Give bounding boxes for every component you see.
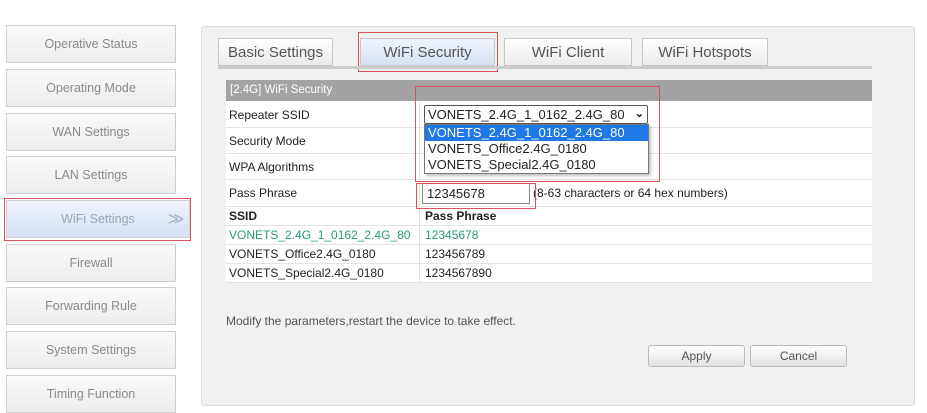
pass-cell: 123456789 — [425, 247, 486, 261]
tab-wifi-hotspots[interactable]: WiFi Hotspots — [642, 38, 768, 66]
sidebar-item-wifi-settings[interactable]: WiFi Settings >> — [6, 200, 190, 238]
tab-basic-settings[interactable]: Basic Settings — [218, 38, 333, 66]
label: WiFi Settings — [61, 212, 135, 226]
pass-cell: 12345678 — [425, 228, 479, 242]
label: Operative Status — [44, 37, 138, 51]
wpa-algorithms-label: WPA Algorithms — [226, 154, 420, 179]
table-row: VONETS_Special2.4G_0180 1234567890 — [226, 264, 872, 283]
sidebar-item-timing-function[interactable]: Timing Function — [6, 375, 176, 413]
repeater-ssid-label: Repeater SSID — [226, 102, 420, 127]
col-pass-header: Pass Phrase — [425, 209, 497, 223]
label: Forwarding Rule — [45, 299, 137, 313]
apply-button[interactable]: Apply — [648, 345, 745, 367]
dropdown-option[interactable]: VONETS_2.4G_1_0162_2.4G_80 — [425, 125, 648, 141]
selected-value: VONETS_2.4G_1_0162_2.4G_80 — [428, 107, 625, 122]
label: System Settings — [45, 343, 137, 357]
col-ssid-header: SSID — [226, 207, 420, 225]
tab-wifi-client[interactable]: WiFi Client — [504, 38, 632, 66]
tab-wifi-security[interactable]: WiFi Security — [360, 38, 495, 66]
sidebar-item-operating-mode[interactable]: Operating Mode — [6, 69, 176, 107]
ssid-dropdown: VONETS_2.4G_1_0162_2.4G_80 VONETS_Office… — [424, 124, 649, 174]
security-mode-label: Security Mode — [226, 128, 420, 153]
sidebar-item-firewall[interactable]: Firewall — [6, 244, 176, 282]
sidebar-item-operative-status[interactable]: Operative Status — [6, 25, 176, 63]
label: LAN Settings — [54, 168, 128, 182]
cancel-button[interactable]: Cancel — [750, 345, 847, 367]
restart-message: Modify the parameters,restart the device… — [226, 314, 516, 328]
label: Operating Mode — [46, 81, 136, 95]
sidebar-item-forwarding-rule[interactable]: Forwarding Rule — [6, 287, 176, 325]
ssid-cell: VONETS_Office2.4G_0180 — [226, 245, 420, 263]
section-title: [2.4G] WiFi Security — [226, 80, 872, 101]
tab-divider — [218, 66, 872, 69]
pass-cell: 1234567890 — [425, 266, 492, 280]
chevron-down-icon: ⌄ — [634, 108, 644, 120]
sidebar-item-lan-settings[interactable]: LAN Settings — [6, 156, 176, 194]
ssid-cell: VONETS_Special2.4G_0180 — [226, 264, 420, 282]
table-row: VONETS_2.4G_1_0162_2.4G_80 12345678 — [226, 226, 872, 245]
label: Firewall — [69, 256, 113, 270]
label: WAN Settings — [52, 125, 130, 139]
sidebar-item-system-settings[interactable]: System Settings — [6, 331, 176, 369]
sidebar-item-wan-settings[interactable]: WAN Settings — [6, 113, 176, 151]
repeater-ssid-select[interactable]: VONETS_2.4G_1_0162_2.4G_80 ⌄ — [424, 105, 648, 124]
pass-phrase-label: Pass Phrase — [226, 180, 420, 206]
dropdown-option[interactable]: VONETS_Office2.4G_0180 — [425, 141, 648, 157]
chevron-right-icon: >> — [167, 209, 184, 229]
ssid-cell: VONETS_2.4G_1_0162_2.4G_80 — [226, 226, 420, 244]
dropdown-option[interactable]: VONETS_Special2.4G_0180 — [425, 157, 648, 173]
pass-phrase-input[interactable]: 12345678 — [422, 183, 530, 204]
table-row: VONETS_Office2.4G_0180 123456789 — [226, 245, 872, 264]
label: Timing Function — [46, 387, 136, 401]
